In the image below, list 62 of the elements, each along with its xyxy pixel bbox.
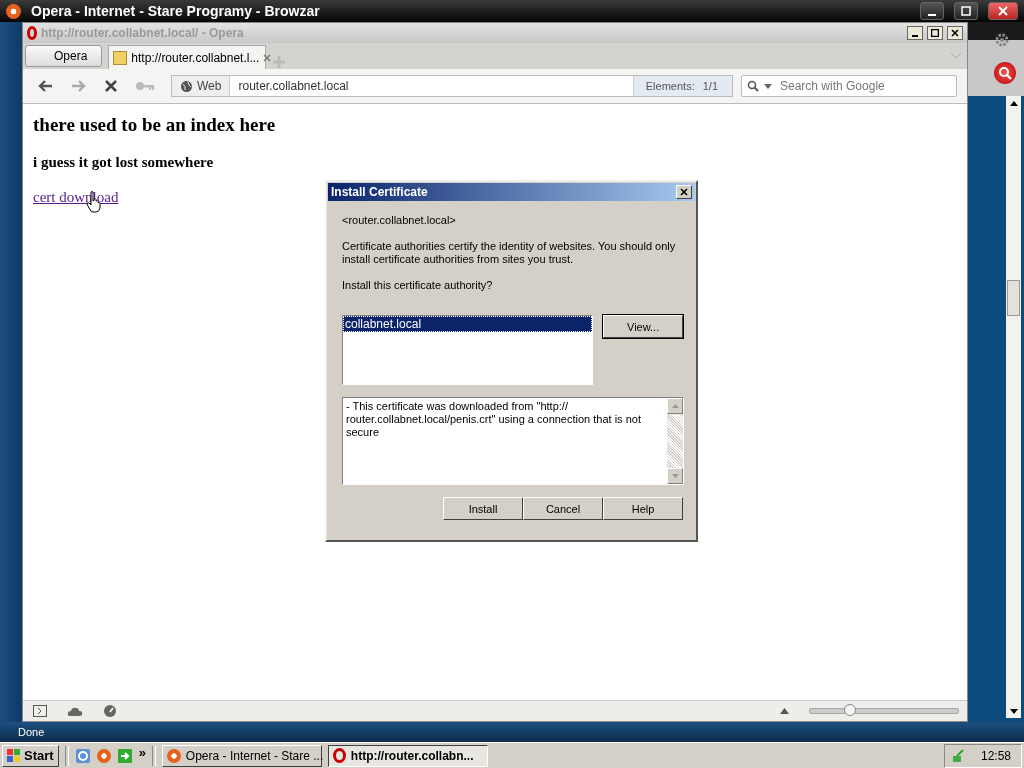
close-icon <box>951 29 959 37</box>
window-title: http://router.collabnet.local/ - Opera <box>41 26 244 40</box>
window-title: Opera - Internet - Stare Programy - Browzar <box>31 3 320 19</box>
scrollbar[interactable] <box>667 398 683 484</box>
web-badge[interactable]: Web <box>172 76 231 96</box>
url-text: router.collabnet.local <box>237 79 350 93</box>
search-icon <box>998 66 1012 80</box>
close-icon[interactable] <box>263 53 272 62</box>
taskbar-button[interactable]: http://router.collabn... <box>327 744 488 767</box>
minimize-button[interactable] <box>907 26 923 40</box>
elements-label: Elements: <box>645 80 695 92</box>
back-icon[interactable] <box>37 79 53 93</box>
globe-icon <box>180 79 193 93</box>
maximize-icon <box>961 6 971 16</box>
certificate-item[interactable]: collabnet.local <box>343 316 593 332</box>
opera-menu-button[interactable]: Opera <box>25 45 103 67</box>
caret-icon <box>764 84 772 89</box>
gauge-icon[interactable] <box>103 704 117 718</box>
more-button[interactable]: » <box>138 745 146 760</box>
dialog-button[interactable]: Cancel <box>523 497 603 520</box>
question-text: Install this certificate authority? <box>342 279 494 292</box>
search-button[interactable] <box>994 62 1016 84</box>
close-icon <box>680 188 688 196</box>
minimize-button[interactable] <box>920 2 944 20</box>
view-button[interactable]: View... <box>603 315 683 338</box>
panel-toggle-icon[interactable] <box>33 705 47 717</box>
maximize-icon <box>931 29 939 37</box>
address-field[interactable]: Web router.collabnet.local Elements: 1/1 <box>171 75 733 97</box>
clock: 12:58 <box>980 748 1011 763</box>
minimize-icon <box>928 13 936 16</box>
close-button[interactable] <box>988 2 1018 20</box>
start-button[interactable]: Start <box>2 744 59 767</box>
browzar-logo-icon[interactable] <box>96 748 111 763</box>
browzar-logo-icon <box>166 748 181 763</box>
scrollbar-thumb[interactable] <box>1007 280 1020 316</box>
taskbar-button[interactable]: Opera - Internet - Stare ... <box>161 744 322 767</box>
host-text: <router.collabnet.local> <box>342 214 457 227</box>
search-icon <box>747 80 759 92</box>
browser-icon[interactable] <box>74 747 91 764</box>
stop-icon[interactable] <box>105 80 117 92</box>
details-text: - This certificate was downloaded from "http:// router.collabnet.local/penis.crt" using a connection that is not secure <box>345 399 642 440</box>
maximize-button[interactable] <box>927 26 943 40</box>
close-icon <box>998 6 1008 16</box>
elements-count: 1/1 <box>702 80 718 92</box>
windows-logo-icon <box>7 749 21 762</box>
maximize-button[interactable] <box>954 2 978 20</box>
scrollbar[interactable] <box>1006 96 1021 718</box>
opera-logo-icon <box>332 748 346 763</box>
opera-logo-icon <box>27 26 37 40</box>
browzar-logo-icon <box>6 3 21 19</box>
dialog-button[interactable]: Help <box>603 497 683 520</box>
close-button[interactable] <box>947 26 963 40</box>
page-subheading: i guess it got lost somewhere <box>33 154 215 171</box>
dialog-button[interactable]: Install <box>443 497 523 520</box>
caret-icon[interactable] <box>780 708 789 714</box>
status-text: Done <box>18 726 45 738</box>
page-heading: there used to be an index here <box>33 114 277 136</box>
settings-icon[interactable] <box>994 32 1010 48</box>
dialog-title: Install Certificate <box>331 185 428 199</box>
search-field[interactable]: Search with Google <box>741 75 957 97</box>
message-text: Certificate authorities certify the identity of websites. You should only install certificate authorities from sites you trust. <box>342 240 677 266</box>
cloud-icon[interactable] <box>67 706 83 716</box>
